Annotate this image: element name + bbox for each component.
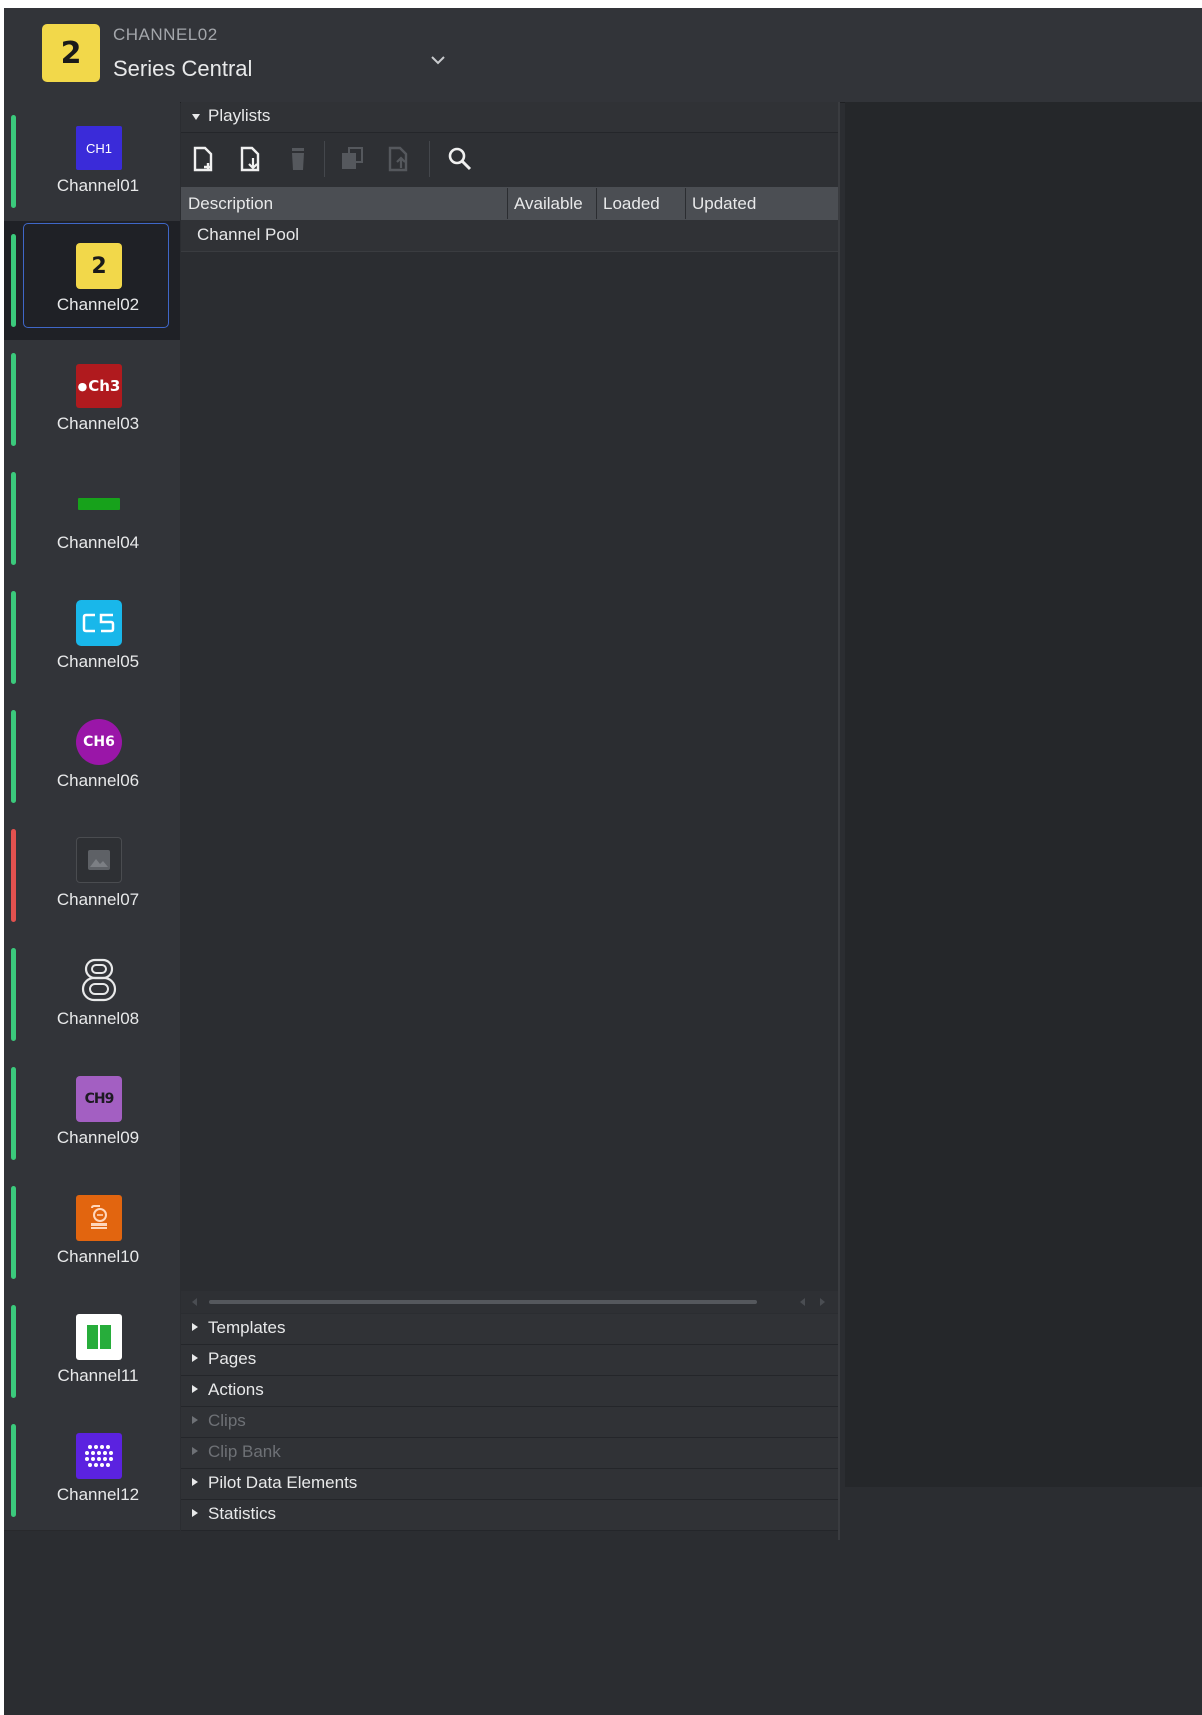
dots-grid-icon — [85, 1445, 113, 1467]
channel08-logo — [76, 956, 122, 1004]
channel03-logo: ● Ch3 — [76, 364, 122, 408]
clip-bank-section-header: Clip Bank — [181, 1438, 838, 1469]
export-icon[interactable] — [384, 144, 414, 174]
caret-right-icon — [192, 1416, 198, 1424]
section-label: Actions — [208, 1380, 264, 1399]
channel-label: Channel01 — [56, 176, 140, 195]
channel-item-10[interactable]: Channel10 — [4, 1173, 180, 1293]
column-loaded[interactable]: Loaded — [603, 194, 660, 214]
table-row[interactable]: Channel Pool — [181, 220, 838, 252]
image-placeholder-icon — [76, 837, 122, 883]
channel-sidebar: CH1 Channel01 2 Channel02 ● Ch3 Channel03… — [4, 102, 180, 1541]
c5-icon — [82, 613, 115, 633]
caret-right-icon — [192, 1509, 198, 1517]
column-divider[interactable] — [596, 188, 597, 219]
section-label: Clip Bank — [208, 1442, 281, 1461]
actions-section-header[interactable]: Actions — [181, 1376, 838, 1407]
channel-item-03[interactable]: ● Ch3 Channel03 — [4, 340, 180, 460]
section-label: Playlists — [208, 106, 271, 125]
channel-label: Channel06 — [56, 771, 140, 790]
section-label: Pilot Data Elements — [208, 1473, 358, 1492]
scroll-right-icon[interactable] — [820, 1298, 825, 1306]
caret-right-icon — [192, 1354, 198, 1362]
playlists-column-headers: Description Available Loaded Updated — [181, 187, 838, 220]
pages-section-header[interactable]: Pages — [181, 1345, 838, 1376]
column-divider[interactable] — [685, 188, 686, 219]
row-description: Channel Pool — [197, 225, 300, 244]
clips-section-header: Clips — [181, 1407, 838, 1438]
caret-right-icon — [192, 1447, 198, 1455]
channel-label: Channel12 — [56, 1485, 140, 1504]
pilot-data-elements-section-header[interactable]: Pilot Data Elements — [181, 1469, 838, 1500]
delete-icon[interactable] — [283, 144, 313, 174]
column-updated[interactable]: Updated — [692, 194, 756, 214]
channel05-logo — [76, 600, 122, 646]
channel-label: Channel05 — [56, 652, 140, 671]
playlists-toolbar — [181, 133, 838, 187]
channel-logo: 2 — [42, 24, 100, 82]
caret-right-icon — [192, 1323, 198, 1331]
new-playlist-icon[interactable] — [189, 144, 219, 174]
channel-item-07[interactable]: Channel07 — [4, 816, 180, 936]
channel-label: Channel07 — [56, 890, 140, 909]
copy-icon[interactable] — [337, 144, 367, 174]
playlists-section-header[interactable]: Playlists — [181, 102, 838, 133]
channel-label: Channel11 — [57, 1366, 139, 1385]
horizontal-scrollbar[interactable] — [181, 1291, 838, 1313]
column-description[interactable]: Description — [188, 194, 273, 214]
channel-label: Channel03 — [56, 414, 140, 433]
channel-item-09[interactable]: CH9 Channel09 — [4, 1054, 180, 1174]
channel-item-01[interactable]: CH1 Channel01 — [4, 102, 180, 222]
section-label: Statistics — [208, 1504, 277, 1523]
search-icon[interactable] — [445, 144, 475, 174]
scroll-left-icon[interactable] — [800, 1298, 805, 1306]
channel12-logo — [76, 1433, 122, 1479]
channel-label: Channel04 — [56, 533, 140, 552]
channel01-logo: CH1 — [76, 126, 122, 170]
channel10-icon — [91, 1205, 107, 1229]
channel-item-08[interactable]: Channel08 — [4, 935, 180, 1055]
column-available[interactable]: Available — [514, 194, 583, 214]
preview-panel — [845, 102, 1202, 1487]
channel09-logo: CH9 — [76, 1076, 122, 1122]
scrollbar-thumb[interactable] — [209, 1300, 757, 1304]
channel10-logo — [76, 1195, 122, 1241]
templates-section-header[interactable]: Templates — [181, 1314, 838, 1345]
channel-title: Series Central — [113, 56, 253, 81]
channel-header: 2 CHANNEL02 Series Central — [4, 8, 1202, 103]
column-divider[interactable] — [507, 188, 508, 219]
channel06-logo: CH6 — [76, 719, 122, 765]
toolbar-separator — [429, 141, 430, 177]
channel02-logo: 2 — [76, 243, 122, 289]
statistics-section-header[interactable]: Statistics — [181, 1500, 838, 1531]
channel-item-11[interactable]: Channel11 — [4, 1292, 180, 1412]
library-panel: Playlists Description Available Loaded U… — [181, 102, 840, 1540]
channel-label: Channel10 — [56, 1247, 140, 1266]
section-label: Clips — [208, 1411, 246, 1430]
channel-item-12[interactable]: Channel12 — [4, 1411, 180, 1531]
channel-label: Channel08 — [56, 1009, 140, 1028]
caret-right-icon — [192, 1478, 198, 1486]
channel-item-04[interactable]: Channel04 — [4, 459, 180, 579]
section-label: Pages — [208, 1349, 257, 1368]
toolbar-separator — [324, 141, 325, 177]
channel11-logo — [76, 1314, 122, 1360]
caret-down-icon — [192, 114, 200, 120]
section-label: Templates — [208, 1318, 286, 1337]
app-window: 2 CHANNEL02 Series Central CH1 Channel01… — [4, 8, 1202, 1715]
chevron-down-icon[interactable] — [424, 46, 452, 74]
channel-item-05[interactable]: Channel05 — [4, 578, 180, 698]
caret-right-icon — [192, 1385, 198, 1393]
eight-icon — [81, 958, 117, 1002]
channel-label: Channel09 — [56, 1128, 140, 1147]
scroll-left-icon[interactable] — [192, 1298, 197, 1306]
channel-item-02[interactable]: 2 Channel02 — [4, 221, 180, 341]
channel-item-06[interactable]: CH6 Channel06 — [4, 697, 180, 817]
channel-code: CHANNEL02 — [113, 25, 218, 44]
import-playlist-icon[interactable] — [236, 144, 266, 174]
channel-label: Channel02 — [56, 295, 140, 314]
channel04-logo — [78, 498, 120, 510]
pause-bars-icon — [87, 1325, 111, 1349]
